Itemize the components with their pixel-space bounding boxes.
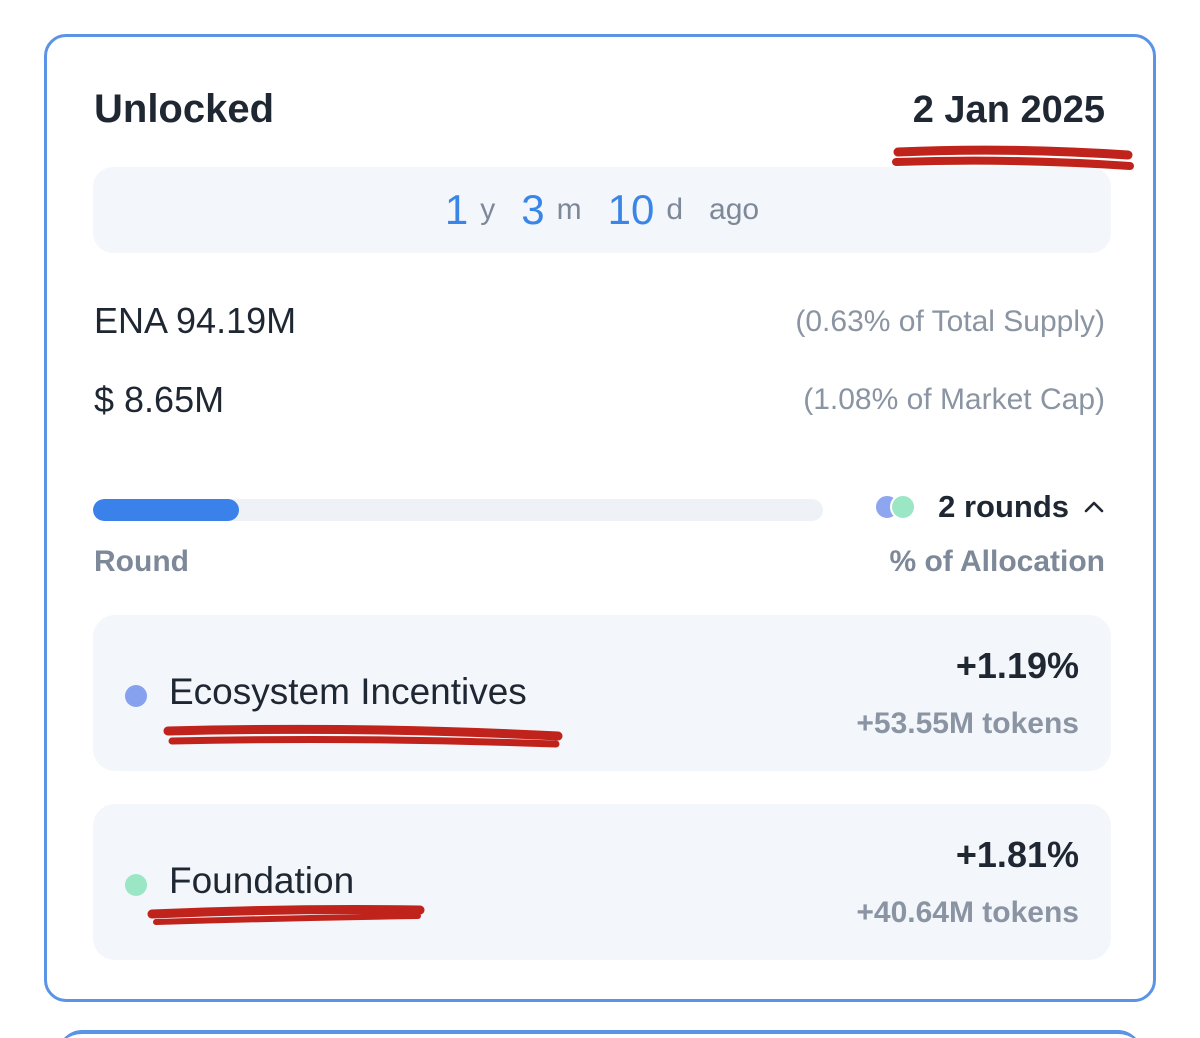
annotation-underlines [147, 145, 1134, 925]
